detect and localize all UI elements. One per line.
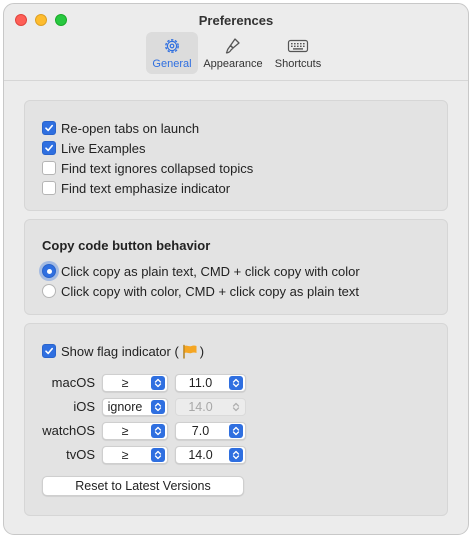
find-ignores-collapsed-option[interactable]: Find text ignores collapsed topics bbox=[42, 159, 253, 177]
checkmark-icon bbox=[45, 124, 53, 132]
popup-arrows-icon bbox=[229, 376, 243, 390]
copy-color-label: Click copy with color, CMD + click copy … bbox=[61, 283, 360, 299]
copy-plain-option[interactable]: Click copy as plain text, CMD + click co… bbox=[42, 262, 360, 280]
platform-label-watchos: watchOS bbox=[42, 423, 95, 438]
tvos-version-popup[interactable]: 14.0 bbox=[175, 446, 246, 464]
find-emphasize-indicator-label: Find text emphasize indicator bbox=[61, 180, 231, 196]
preferences-window: Preferences General Appearance Shortcuts… bbox=[3, 3, 469, 535]
show-flag-option[interactable]: Show flag indicator ( ) bbox=[42, 342, 204, 360]
copy-color-radio[interactable] bbox=[42, 284, 56, 298]
macos-version-popup[interactable]: 11.0 bbox=[175, 374, 246, 392]
ios-operator-popup[interactable]: ignore bbox=[102, 398, 168, 416]
macos-version-value: 11.0 bbox=[188, 376, 213, 390]
show-flag-label-close: ) bbox=[199, 343, 205, 359]
popup-arrows-icon bbox=[229, 424, 243, 438]
tab-general-label: General bbox=[152, 58, 192, 70]
ios-version-popup[interactable]: 14.0 bbox=[175, 398, 246, 416]
toolbar-divider bbox=[4, 80, 468, 81]
keyboard-icon bbox=[287, 39, 309, 53]
watchos-operator-value: ≥ bbox=[121, 424, 129, 438]
copy-color-option[interactable]: Click copy with color, CMD + click copy … bbox=[42, 282, 359, 300]
copy-plain-label: Click copy as plain text, CMD + click co… bbox=[61, 263, 360, 279]
tvos-version-value: 14.0 bbox=[188, 448, 213, 462]
radio-dot bbox=[46, 268, 52, 274]
live-examples-option[interactable]: Live Examples bbox=[42, 139, 146, 157]
tvos-operator-value: ≥ bbox=[121, 448, 129, 462]
live-examples-label: Live Examples bbox=[61, 140, 146, 156]
find-emphasize-indicator-option[interactable]: Find text emphasize indicator bbox=[42, 179, 230, 197]
find-emphasize-indicator-checkbox[interactable] bbox=[42, 181, 56, 195]
general-options-group: Re-open tabs on launch Live Examples Fin… bbox=[24, 100, 448, 211]
preferences-toolbar: General Appearance Shortcuts bbox=[4, 32, 468, 76]
popup-arrows-icon bbox=[151, 376, 165, 390]
copy-plain-radio[interactable] bbox=[42, 264, 56, 278]
tvos-operator-popup[interactable]: ≥ bbox=[102, 446, 168, 464]
checkmark-icon bbox=[45, 347, 53, 355]
checkmark-icon bbox=[45, 144, 53, 152]
watchos-version-popup[interactable]: 7.0 bbox=[175, 422, 246, 440]
popup-arrows-icon bbox=[229, 448, 243, 462]
find-ignores-collapsed-label: Find text ignores collapsed topics bbox=[61, 160, 254, 176]
find-ignores-collapsed-checkbox[interactable] bbox=[42, 161, 56, 175]
popup-arrows-icon bbox=[151, 424, 165, 438]
show-flag-checkbox[interactable] bbox=[42, 344, 56, 358]
tab-general[interactable]: General bbox=[146, 32, 198, 74]
tab-appearance-label: Appearance bbox=[203, 58, 263, 70]
platform-label-ios: iOS bbox=[73, 399, 95, 414]
reset-versions-button[interactable]: Reset to Latest Versions bbox=[42, 476, 244, 496]
macos-operator-popup[interactable]: ≥ bbox=[102, 374, 168, 392]
gear-icon bbox=[165, 39, 179, 53]
copy-behavior-group: Copy code button behavior Click copy as … bbox=[24, 219, 448, 315]
reopen-tabs-label: Re-open tabs on launch bbox=[61, 120, 200, 136]
watchos-version-value: 7.0 bbox=[191, 424, 210, 438]
tab-shortcuts-label: Shortcuts bbox=[274, 58, 322, 70]
flag-indicator-group: Show flag indicator ( ) macOS ≥ 11.0 iOS… bbox=[24, 323, 448, 516]
reopen-tabs-option[interactable]: Re-open tabs on launch bbox=[42, 119, 199, 137]
popup-arrows-icon bbox=[151, 448, 165, 462]
copy-behavior-heading: Copy code button behavior bbox=[42, 238, 211, 253]
paintbrush-icon bbox=[225, 38, 240, 54]
watchos-operator-popup[interactable]: ≥ bbox=[102, 422, 168, 440]
window-title: Preferences bbox=[198, 13, 274, 28]
live-examples-checkbox[interactable] bbox=[42, 141, 56, 155]
macos-operator-value: ≥ bbox=[121, 376, 129, 390]
popup-arrows-icon bbox=[229, 400, 243, 414]
reopen-tabs-checkbox[interactable] bbox=[42, 121, 56, 135]
tab-shortcuts[interactable]: Shortcuts bbox=[270, 32, 326, 74]
flag-icon bbox=[183, 344, 197, 359]
ios-version-value: 14.0 bbox=[188, 400, 213, 414]
tab-appearance[interactable]: Appearance bbox=[201, 32, 265, 74]
ios-operator-value: ignore bbox=[107, 400, 143, 414]
popup-arrows-icon bbox=[151, 400, 165, 414]
show-flag-label: Show flag indicator ( bbox=[61, 343, 179, 359]
platform-label-macos: macOS bbox=[51, 375, 95, 390]
platform-label-tvos: tvOS bbox=[66, 447, 95, 462]
